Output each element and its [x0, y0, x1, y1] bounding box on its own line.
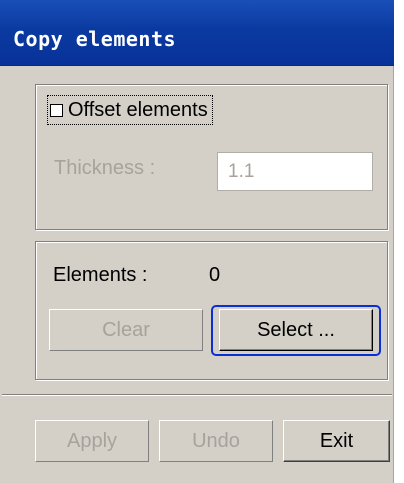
footer-separator — [2, 394, 392, 396]
thickness-input[interactable] — [217, 152, 373, 191]
offset-elements-checkbox[interactable] — [50, 103, 63, 117]
elements-label: Elements : — [53, 264, 148, 286]
elements-count: 0 — [209, 264, 221, 286]
dialog-title: Copy elements — [13, 27, 177, 51]
clear-button[interactable]: Clear — [49, 309, 203, 351]
apply-button[interactable]: Apply — [35, 420, 149, 462]
dialog-titlebar[interactable]: Copy elements — [0, 0, 394, 66]
elements-group: Elements : 0 Clear Select ... — [35, 241, 388, 380]
undo-button[interactable]: Undo — [159, 420, 273, 462]
offset-group: Offset elements Thickness : — [35, 84, 388, 230]
copy-elements-dialog: Copy elements Offset elements Thickness … — [0, 0, 394, 483]
thickness-label: Thickness : — [54, 157, 156, 179]
offset-elements-checkbox-row[interactable]: Offset elements — [47, 95, 213, 125]
offset-elements-label[interactable]: Offset elements — [68, 99, 208, 122]
select-button[interactable]: Select ... — [219, 309, 373, 351]
exit-button[interactable]: Exit — [283, 420, 390, 462]
